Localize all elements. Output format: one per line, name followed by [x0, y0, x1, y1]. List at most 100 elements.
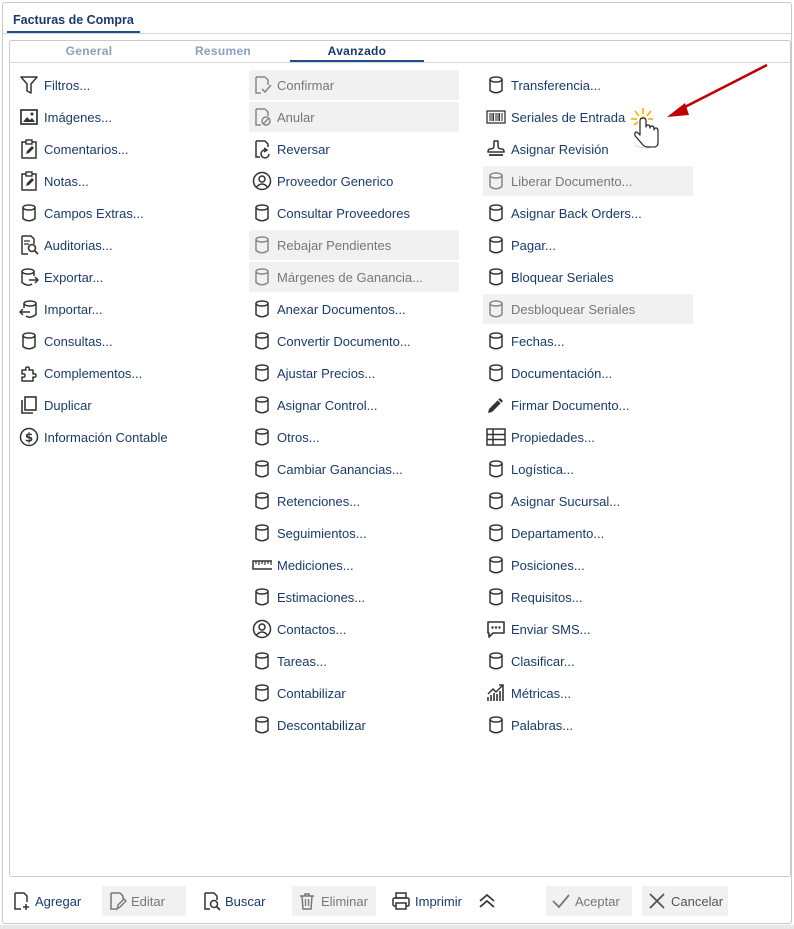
accept-button[interactable]: Aceptar — [546, 886, 632, 916]
action-estimaciones[interactable]: Estimaciones... — [249, 582, 459, 612]
action-label: Liberar Documento... — [511, 173, 633, 189]
add-button-label: Agregar — [35, 893, 82, 909]
action-notas[interactable]: Notas... — [16, 166, 226, 196]
puzzle-icon — [18, 362, 40, 384]
action-label: Exportar... — [44, 269, 104, 285]
action-comentarios[interactable]: Comentarios... — [16, 134, 226, 164]
database-icon — [485, 522, 507, 544]
action-transferencia[interactable]: Transferencia... — [483, 70, 693, 100]
action-desbloquear-seriales[interactable]: Desbloquear Seriales — [483, 294, 693, 324]
barcode-icon — [485, 106, 507, 128]
action-convertir-documento[interactable]: Convertir Documento... — [249, 326, 459, 356]
action-label: Asignar Control... — [277, 397, 378, 413]
action-anular[interactable]: Anular — [249, 102, 459, 132]
action-consultar-proveedores[interactable]: Consultar Proveedores — [249, 198, 459, 228]
action-confirmar[interactable]: Confirmar — [249, 70, 459, 100]
tab-avanzado[interactable]: Avanzado — [290, 41, 424, 63]
action-reversar[interactable]: Reversar — [249, 134, 459, 164]
action-auditorias[interactable]: Auditorias... — [16, 230, 226, 260]
print-button[interactable]: Imprimir — [386, 886, 470, 916]
action-asignar-control[interactable]: Asignar Control... — [249, 390, 459, 420]
action-departamento[interactable]: Departamento... — [483, 518, 693, 548]
action-label: Posiciones... — [511, 557, 585, 573]
delete-button[interactable]: Eliminar — [292, 886, 376, 916]
add-button[interactable]: Agregar — [6, 886, 94, 916]
action-label: Duplicar — [44, 397, 92, 413]
trash-icon — [296, 890, 318, 912]
action-retenciones[interactable]: Retenciones... — [249, 486, 459, 516]
tab-resumen[interactable]: Resumen — [156, 41, 290, 63]
action-campos-extras[interactable]: Campos Extras... — [16, 198, 226, 228]
database-icon — [485, 650, 507, 672]
clipboard-edit-icon — [18, 138, 40, 160]
action-logistica[interactable]: Logística... — [483, 454, 693, 484]
action-descontabilizar[interactable]: Descontabilizar — [249, 710, 459, 740]
action-otros[interactable]: Otros... — [249, 422, 459, 452]
action-seguimientos[interactable]: Seguimientos... — [249, 518, 459, 548]
database-icon — [485, 490, 507, 512]
action-label: Ajustar Precios... — [277, 365, 376, 381]
action-margenes-de-ganancia[interactable]: Márgenes de Ganancia... — [249, 262, 459, 292]
collapse-button[interactable] — [472, 886, 502, 916]
action-contabilizar[interactable]: Contabilizar — [249, 678, 459, 708]
action-imagenes[interactable]: Imágenes... — [16, 102, 226, 132]
action-rebajar-pendientes[interactable]: Rebajar Pendientes — [249, 230, 459, 260]
action-tareas[interactable]: Tareas... — [249, 646, 459, 676]
database-icon — [485, 330, 507, 352]
action-label: Proveedor Generico — [277, 173, 394, 189]
action-contactos[interactable]: Contactos... — [249, 614, 459, 644]
action-clasificar[interactable]: Clasificar... — [483, 646, 693, 676]
action-label: Asignar Revisión — [511, 141, 609, 157]
action-label: Contactos... — [277, 621, 347, 637]
action-ajustar-precios[interactable]: Ajustar Precios... — [249, 358, 459, 388]
database-icon — [18, 330, 40, 352]
action-posiciones[interactable]: Posiciones... — [483, 550, 693, 580]
action-filtros[interactable]: Filtros... — [16, 70, 226, 100]
cancel-button[interactable]: Cancelar — [642, 886, 728, 916]
action-enviar-sms[interactable]: Enviar SMS... — [483, 614, 693, 644]
action-label: Logística... — [511, 461, 574, 477]
pen-icon — [485, 394, 507, 416]
search-button[interactable]: Buscar — [196, 886, 280, 916]
action-label: Consultar Proveedores — [277, 205, 410, 221]
action-label: Requisitos... — [511, 589, 583, 605]
hand-cursor-icon — [631, 108, 660, 149]
action-requisitos[interactable]: Requisitos... — [483, 582, 693, 612]
database-icon — [251, 362, 273, 384]
action-label: Seguimientos... — [277, 525, 367, 541]
database-icon — [485, 714, 507, 736]
clipboard-edit-icon — [18, 170, 40, 192]
action-complementos[interactable]: Complementos... — [16, 358, 226, 388]
action-consultas[interactable]: Consultas... — [16, 326, 226, 356]
action-firmar-documento[interactable]: Firmar Documento... — [483, 390, 693, 420]
tab-general[interactable]: General — [22, 41, 156, 63]
action-pagar[interactable]: Pagar... — [483, 230, 693, 260]
action-fechas[interactable]: Fechas... — [483, 326, 693, 356]
action-cambiar-ganancias[interactable]: Cambiar Ganancias... — [249, 454, 459, 484]
action-liberar-documento[interactable]: Liberar Documento... — [483, 166, 693, 196]
actions-column-2: Confirmar Anular Reversar Proveedor Generic… — [249, 70, 459, 742]
edit-button[interactable]: Editar — [102, 886, 186, 916]
action-anexar-documentos[interactable]: Anexar Documentos... — [249, 294, 459, 324]
doc-cancel-icon — [251, 106, 273, 128]
action-asignar-sucursal[interactable]: Asignar Sucursal... — [483, 486, 693, 516]
action-documentacion[interactable]: Documentación... — [483, 358, 693, 388]
action-label: Retenciones... — [277, 493, 361, 509]
database-icon — [251, 650, 273, 672]
action-proveedor-generico[interactable]: Proveedor Generico — [249, 166, 459, 196]
action-propiedades[interactable]: Propiedades... — [483, 422, 693, 452]
window-title: Facturas de Compra — [7, 10, 140, 34]
action-label: Anexar Documentos... — [277, 301, 406, 317]
action-mediciones[interactable]: Mediciones... — [249, 550, 459, 580]
action-label: Complementos... — [44, 365, 143, 381]
action-asignar-back-orders[interactable]: Asignar Back Orders... — [483, 198, 693, 228]
action-palabras[interactable]: Palabras... — [483, 710, 693, 740]
action-label: Propiedades... — [511, 429, 595, 445]
action-informacion-contable[interactable]: $ Información Contable — [16, 422, 226, 452]
action-metricas[interactable]: Métricas... — [483, 678, 693, 708]
doc-reverse-icon — [251, 138, 273, 160]
action-bloquear-seriales[interactable]: Bloquear Seriales — [483, 262, 693, 292]
action-duplicar[interactable]: Duplicar — [16, 390, 226, 420]
action-exportar[interactable]: Exportar... — [16, 262, 226, 292]
action-importar[interactable]: Importar... — [16, 294, 226, 324]
